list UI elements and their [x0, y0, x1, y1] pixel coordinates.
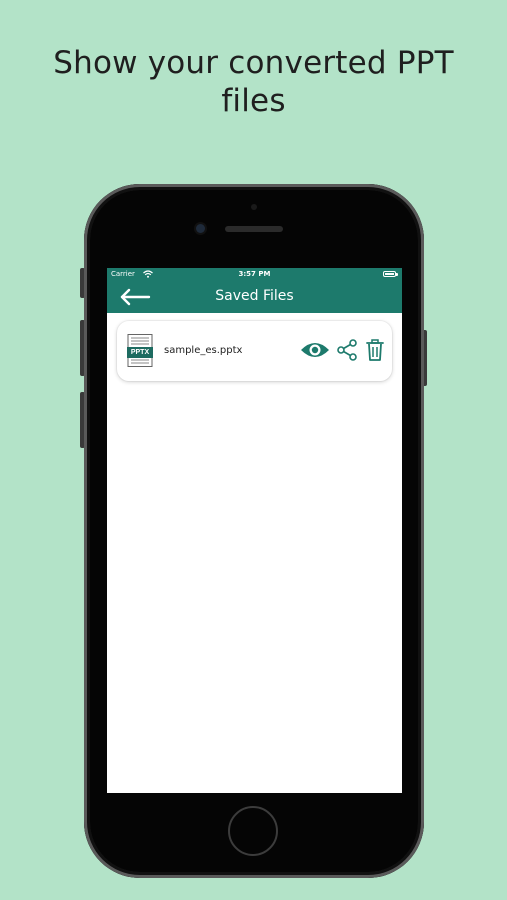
eye-icon[interactable]: [300, 339, 330, 361]
file-list-item[interactable]: PPTX sample_es.pptx: [117, 321, 392, 381]
battery-cap: [396, 273, 398, 276]
phone-sensor: [251, 204, 257, 210]
status-bar: Carrier 3:57 PM: [107, 268, 402, 280]
phone-speaker: [225, 226, 283, 232]
file-type-label: PPTX: [130, 349, 150, 356]
page-title: Saved Files: [215, 288, 294, 304]
file-name: sample_es.pptx: [164, 345, 243, 356]
app-bar: Carrier 3:57 PM Saved Files: [107, 268, 402, 313]
phone-screen: Carrier 3:57 PM Saved Files PPTX sample_…: [107, 268, 402, 793]
trash-icon[interactable]: [365, 339, 385, 361]
front-camera-icon: [196, 224, 205, 233]
status-time: 3:57 PM: [238, 270, 271, 278]
share-icon[interactable]: [336, 339, 358, 361]
marketing-headline: Show your converted PPT files: [0, 44, 507, 120]
headline-line-2: files: [221, 83, 286, 119]
battery-icon: [383, 271, 396, 277]
home-button: [228, 806, 278, 856]
headline-line-1: Show your converted PPT: [53, 45, 454, 81]
